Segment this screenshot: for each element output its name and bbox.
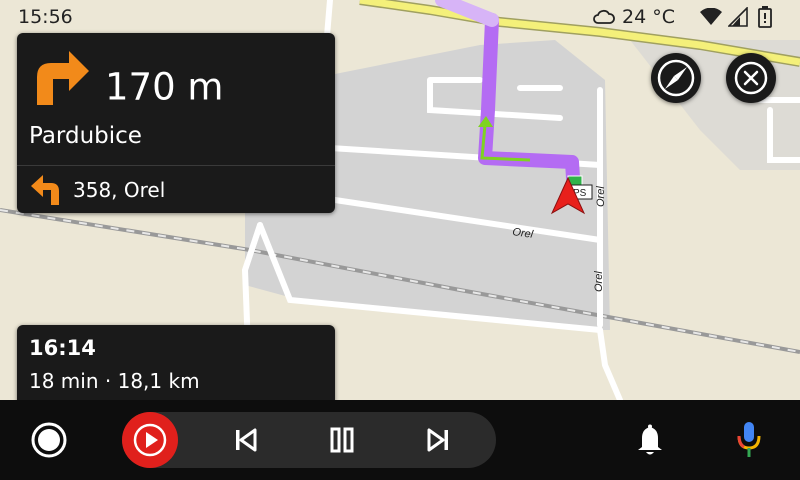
- temperature: 24 °C: [622, 6, 675, 28]
- compass-button[interactable]: [651, 53, 701, 103]
- cloud-icon: [593, 9, 615, 24]
- home-icon[interactable]: [30, 421, 68, 459]
- arrival-time: 16:14: [29, 336, 96, 360]
- exit-navigation-button[interactable]: [726, 53, 776, 103]
- skip-previous-icon[interactable]: [230, 424, 262, 456]
- wifi-icon: [700, 8, 722, 25]
- battery-icon: [758, 6, 772, 28]
- close-circle-icon: [734, 61, 768, 95]
- clock: 15:56: [18, 6, 73, 28]
- trip-duration-distance: 18 min · 18,1 km: [29, 369, 200, 393]
- skip-next-icon[interactable]: [422, 424, 454, 456]
- notifications-bell-icon[interactable]: [634, 423, 666, 457]
- turn-left-arrow-icon: [31, 175, 59, 205]
- then-maneuver-label: 358, Orel: [73, 178, 166, 202]
- pause-icon[interactable]: [326, 424, 358, 456]
- street-label: Orel: [595, 186, 607, 207]
- maneuver-street: Pardubice: [29, 123, 142, 149]
- turn-right-arrow-icon: [37, 51, 89, 105]
- trip-eta-card[interactable]: 16:14 18 min · 18,1 km: [17, 325, 335, 405]
- status-bar: 15:56 24 °C: [0, 0, 800, 34]
- maneuver-distance: 170 m: [105, 65, 224, 109]
- weather: 24 °C: [592, 5, 692, 29]
- youtube-music-icon: [133, 423, 167, 457]
- compass-icon: [657, 59, 695, 97]
- youtube-music-button[interactable]: [122, 412, 178, 468]
- street-label: Orel: [593, 271, 605, 292]
- microphone-icon[interactable]: [733, 420, 765, 460]
- divider: [17, 165, 335, 166]
- next-maneuver-card[interactable]: 170 m Pardubice 358, Orel: [17, 33, 335, 213]
- system-icons: [700, 6, 790, 28]
- cellular-signal-icon: [728, 7, 748, 27]
